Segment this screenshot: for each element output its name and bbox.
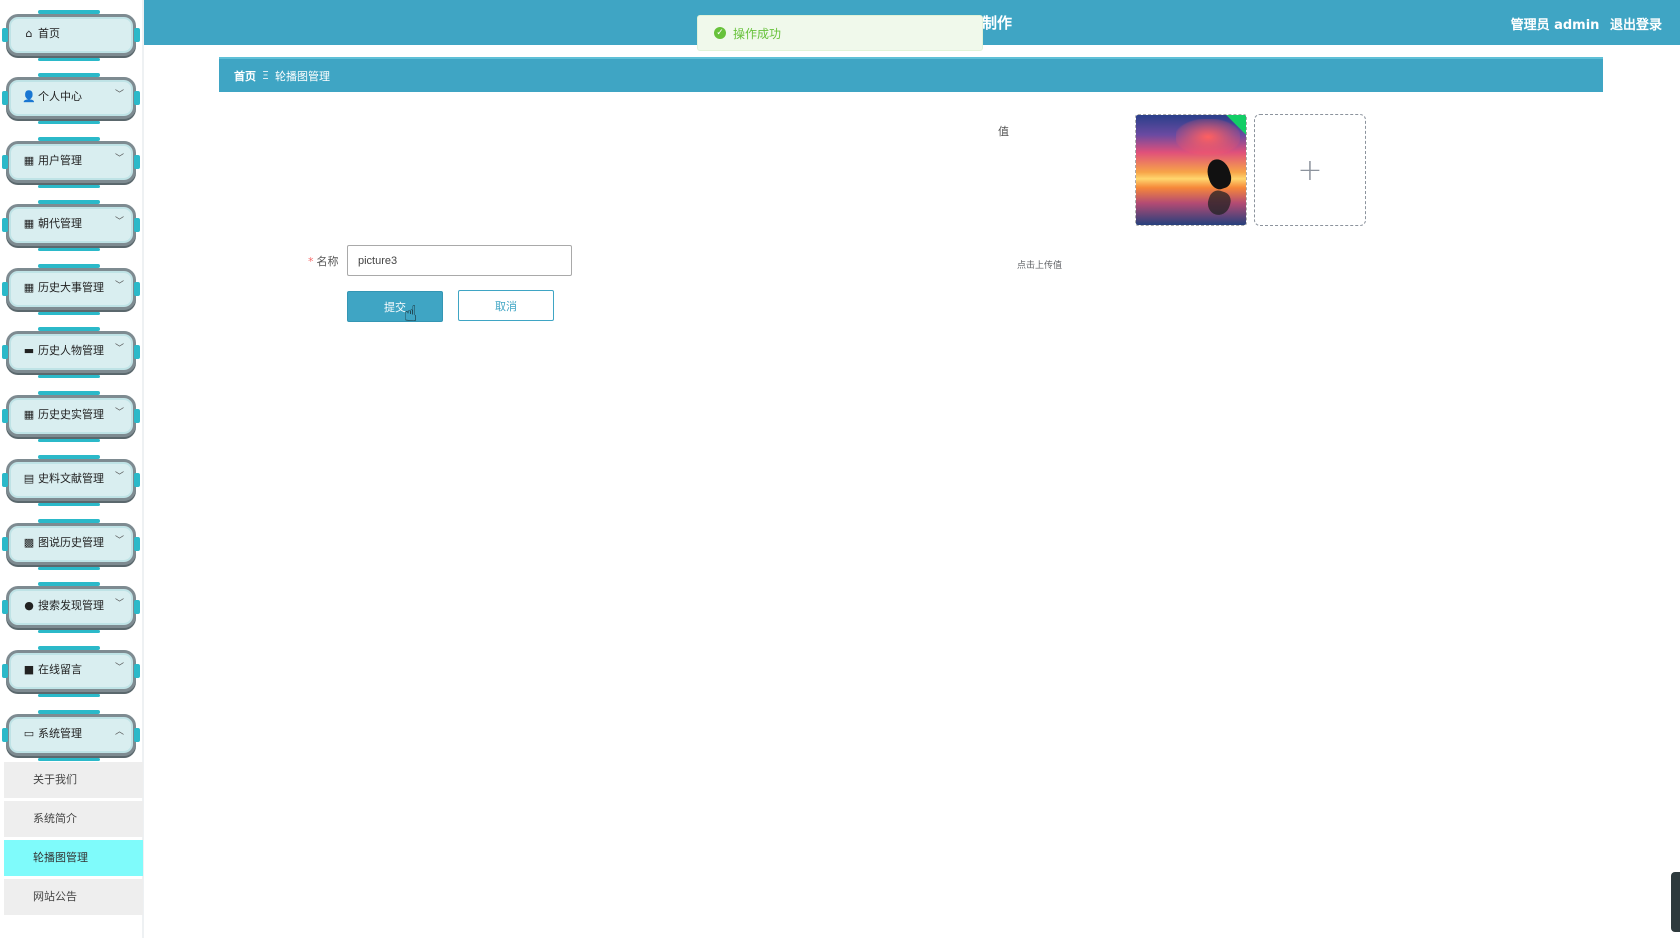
chevron-down-icon: ﹀ (114, 154, 124, 164)
submenu-item-notice[interactable]: 网站公告 (4, 879, 143, 915)
sidebar-item-label: 个人中心 (38, 90, 82, 103)
user-label: 管理员 admin (1510, 18, 1600, 33)
plus-icon: + (1297, 152, 1323, 188)
app-title: 制作 (982, 14, 1013, 32)
sidebar-item-documents[interactable]: ▤ 史料文献管理 ﹀ (2, 455, 140, 506)
sidebar-item-search-discovery[interactable]: ● 搜索发现管理 ﹀ (2, 582, 140, 633)
briefcase-icon: ▬ (23, 344, 35, 357)
sidebar-item-label: 搜索发现管理 (38, 599, 104, 612)
cancel-button[interactable]: 取消 (458, 290, 554, 321)
sidebar-item-label: 朝代管理 (38, 217, 82, 230)
hand-cursor-icon: ☝ (404, 302, 418, 327)
breadcrumb-home[interactable]: 首页 (234, 68, 256, 84)
chevron-down-icon: ﹀ (114, 281, 124, 291)
grid-icon: ▦ (23, 154, 35, 167)
breadcrumb-separator: Ξ (262, 69, 269, 82)
submenu-item-about[interactable]: 关于我们 (4, 762, 143, 798)
home-icon: ⌂ (25, 27, 33, 40)
monitor-icon: ▭ (23, 727, 35, 740)
value-label: 值 (998, 125, 1009, 138)
location-icon: ● (24, 599, 34, 612)
submenu-item-intro[interactable]: 系统简介 (4, 801, 143, 837)
sidebar-item-dynasty[interactable]: ▦ 朝代管理 ﹀ (2, 200, 140, 251)
clipboard-icon: ▤ (23, 472, 35, 485)
scrollbar-handle[interactable] (1671, 872, 1680, 932)
sidebar-item-label: 历史人物管理 (38, 344, 104, 357)
sidebar-item-label: 系统管理 (38, 727, 82, 740)
image-upload-button[interactable]: + (1254, 114, 1366, 226)
upload-hint: 点击上传值 (1017, 261, 1063, 271)
sidebar: ⌂ 首页 👤 个人中心 ﹀ ▦ 用户管理 ﹀ ▦ 朝代管理 ﹀ ▦ 历史大事管理… (0, 0, 144, 938)
chevron-down-icon: ﹀ (114, 408, 124, 418)
image-icon: ▩ (23, 536, 35, 549)
sidebar-item-label: 史料文献管理 (38, 472, 104, 485)
sidebar-item-events[interactable]: ▦ 历史大事管理 ﹀ (2, 264, 140, 315)
logout-link[interactable]: 退出登录 (1610, 18, 1662, 33)
chevron-down-icon: ﹀ (114, 663, 124, 673)
sidebar-item-home[interactable]: ⌂ 首页 (2, 10, 140, 61)
sidebar-item-label: 在线留言 (38, 663, 82, 676)
chevron-up-icon: ︿ (114, 727, 124, 737)
grid-icon: ▦ (23, 217, 35, 230)
sidebar-item-label: 历史大事管理 (38, 281, 104, 294)
sidebar-item-users[interactable]: ▦ 用户管理 ﹀ (2, 137, 140, 188)
sidebar-item-illustrated-history[interactable]: ▩ 图说历史管理 ﹀ (2, 519, 140, 570)
chevron-down-icon: ﹀ (114, 90, 124, 100)
user-area: 管理员 admin 退出登录 (1505, 14, 1662, 33)
chevron-down-icon: ﹀ (114, 536, 124, 546)
chevron-down-icon: ﹀ (114, 599, 124, 609)
sidebar-item-messages[interactable]: ■ 在线留言 ﹀ (2, 646, 140, 697)
sidebar-item-label: 历史史实管理 (38, 408, 104, 421)
chevron-down-icon: ﹀ (114, 217, 124, 227)
name-input[interactable] (347, 245, 572, 276)
sidebar-item-figures[interactable]: ▬ 历史人物管理 ﹀ (2, 327, 140, 378)
name-label: * 名称 (308, 255, 339, 268)
grid-icon: ▦ (23, 408, 35, 421)
video-icon: ■ (23, 663, 35, 676)
sidebar-item-label: 图说历史管理 (38, 536, 104, 549)
sidebar-item-label: 用户管理 (38, 154, 82, 167)
required-marker: * (308, 255, 314, 268)
sidebar-item-label: 首页 (38, 27, 60, 40)
grid-icon: ▦ (23, 281, 35, 294)
sidebar-item-system[interactable]: ▭ 系统管理 ︿ (2, 710, 140, 761)
chevron-down-icon: ﹀ (114, 344, 124, 354)
submenu-item-carousel[interactable]: 轮播图管理 (4, 840, 143, 876)
sidebar-item-personal-center[interactable]: 👤 个人中心 ﹀ (2, 73, 140, 124)
toast-message: 操作成功 (733, 26, 782, 41)
user-icon: 👤 (22, 90, 36, 103)
check-circle-icon: ✓ (714, 27, 726, 39)
submit-button[interactable]: 提交 (347, 291, 443, 322)
breadcrumb-current: 轮播图管理 (274, 69, 330, 83)
sidebar-item-facts[interactable]: ▦ 历史史实管理 ﹀ (2, 391, 140, 442)
chevron-down-icon: ﹀ (114, 472, 124, 482)
success-toast: ✓ 操作成功 (697, 15, 983, 51)
breadcrumb: 首页 Ξ 轮播图管理 (219, 57, 1603, 92)
uploaded-image-thumbnail[interactable] (1135, 114, 1247, 226)
